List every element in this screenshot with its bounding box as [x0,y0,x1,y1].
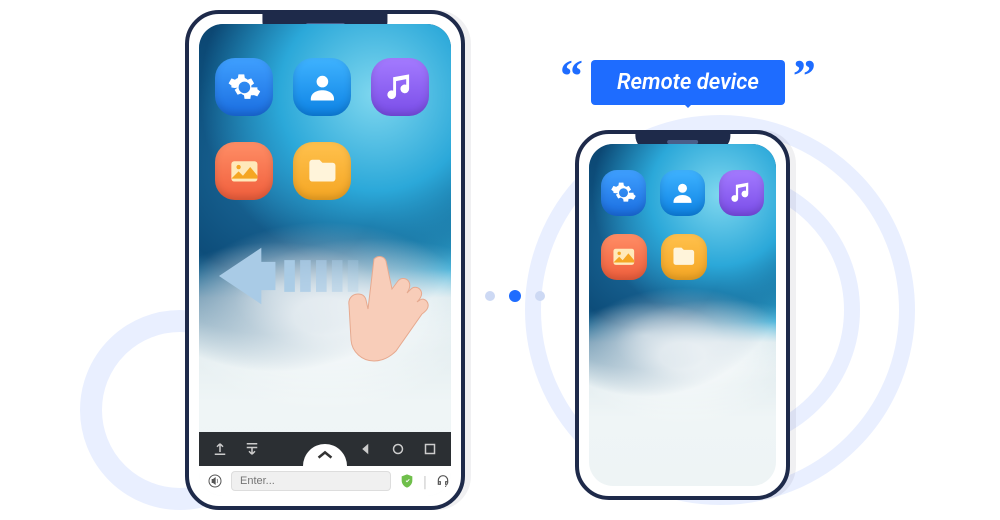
shield-icon[interactable] [399,473,415,489]
local-phone-frame: | ... [185,10,465,510]
app-music[interactable] [719,170,764,216]
settings-icon [227,70,262,105]
app-gallery[interactable] [215,142,273,200]
quote-open-icon: “ [560,62,583,90]
files-icon [305,154,340,189]
upload-icon[interactable] [211,440,229,458]
android-nav-bar [199,432,451,466]
app-row-1 [199,58,451,116]
gallery-icon [227,154,262,189]
app-files[interactable] [293,142,351,200]
music-icon [728,179,755,207]
back-icon[interactable] [357,440,375,458]
app-row-1 [589,170,776,216]
home-icon[interactable] [389,440,407,458]
app-settings[interactable] [601,170,646,216]
settings-icon [610,179,637,207]
connection-dots [485,290,545,302]
headset-icon[interactable] [435,473,451,489]
gallery-icon [610,243,638,271]
app-music[interactable] [371,58,429,116]
expand-handle[interactable] [303,444,347,466]
app-gallery[interactable] [601,234,647,280]
local-phone-screen[interactable]: | ... [199,24,451,496]
contact-icon [669,179,696,207]
remote-phone-frame [575,130,790,500]
app-files[interactable] [661,234,707,280]
music-icon [383,70,418,105]
app-row-2 [199,142,451,200]
remote-device-label: Remote device [591,60,785,105]
app-row-2 [589,234,776,280]
text-input[interactable] [231,471,391,491]
sound-icon[interactable] [207,473,223,489]
remote-phone-screen[interactable] [589,144,776,486]
contact-icon [305,70,340,105]
quote-close-icon: ” [793,62,816,90]
files-icon [670,243,698,271]
hand-pointer-icon [338,251,430,381]
input-toolbar: | ... [199,466,451,496]
remote-device-callout: “ Remote device ” [560,60,816,105]
download-icon[interactable] [243,440,261,458]
app-contacts[interactable] [660,170,705,216]
app-contacts[interactable] [293,58,351,116]
recent-icon[interactable] [421,440,439,458]
chevron-up-icon [316,446,334,464]
app-settings[interactable] [215,58,273,116]
